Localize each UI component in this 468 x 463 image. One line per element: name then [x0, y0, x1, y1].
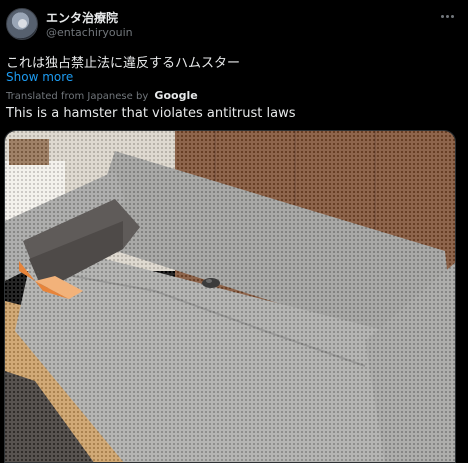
author-handle[interactable]: @entachiryouin	[46, 26, 133, 39]
post-photo[interactable]	[4, 130, 456, 463]
post-original-text: これは独占禁止法に違反するハムスター	[6, 56, 241, 71]
more-dot-icon	[445, 14, 449, 18]
translation-attribution: Translated from Japanese by Google	[6, 89, 198, 102]
hamster	[202, 278, 220, 288]
more-dot-icon	[450, 14, 454, 18]
post-translated-text: This is a hamster that violates antitrus…	[6, 106, 296, 121]
translated-from-label: Translated from Japanese by	[6, 91, 149, 102]
show-more-link[interactable]: Show more	[6, 70, 73, 84]
sofa-photo-illustration	[5, 131, 455, 462]
author-display-name[interactable]: エンタ治療院	[46, 9, 118, 26]
post: エンタ治療院 @entachiryouin これは独占禁止法に違反するハムスター…	[0, 0, 468, 463]
avatar[interactable]	[6, 8, 38, 40]
google-logo: Google	[154, 89, 198, 102]
avatar-icon	[18, 19, 27, 28]
more-dot-icon	[440, 14, 444, 18]
more-options-button[interactable]	[436, 8, 458, 24]
